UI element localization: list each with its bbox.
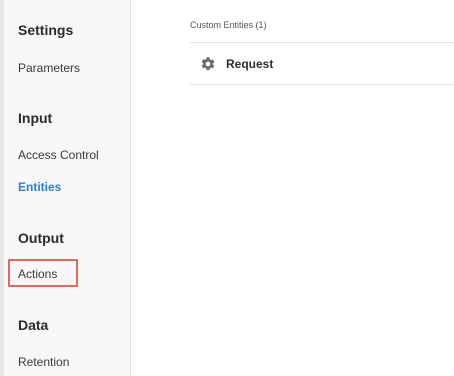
entity-label: Request — [226, 57, 274, 71]
sidebar-item-access-control[interactable]: Access Control — [18, 148, 99, 162]
section-title-data: Data — [18, 317, 49, 333]
entities-list-header: Custom Entities (1) — [190, 20, 267, 30]
section-title-output: Output — [18, 230, 64, 246]
sidebar: Settings Parameters Input Access Control… — [4, 0, 131, 376]
section-title-input: Input — [18, 110, 53, 126]
main-content: Custom Entities (1) Request — [131, 0, 454, 376]
section-title-settings: Settings — [18, 22, 74, 38]
list-item[interactable]: Request — [190, 45, 454, 83]
divider — [190, 84, 454, 85]
gear-icon — [200, 56, 216, 72]
highlight-box — [8, 259, 78, 287]
app-window: Settings Parameters Input Access Control… — [0, 0, 454, 376]
sidebar-item-entities[interactable]: Entities — [18, 180, 61, 194]
divider — [190, 42, 454, 43]
sidebar-item-retention[interactable]: Retention — [18, 355, 69, 369]
sidebar-item-parameters[interactable]: Parameters — [18, 61, 80, 75]
